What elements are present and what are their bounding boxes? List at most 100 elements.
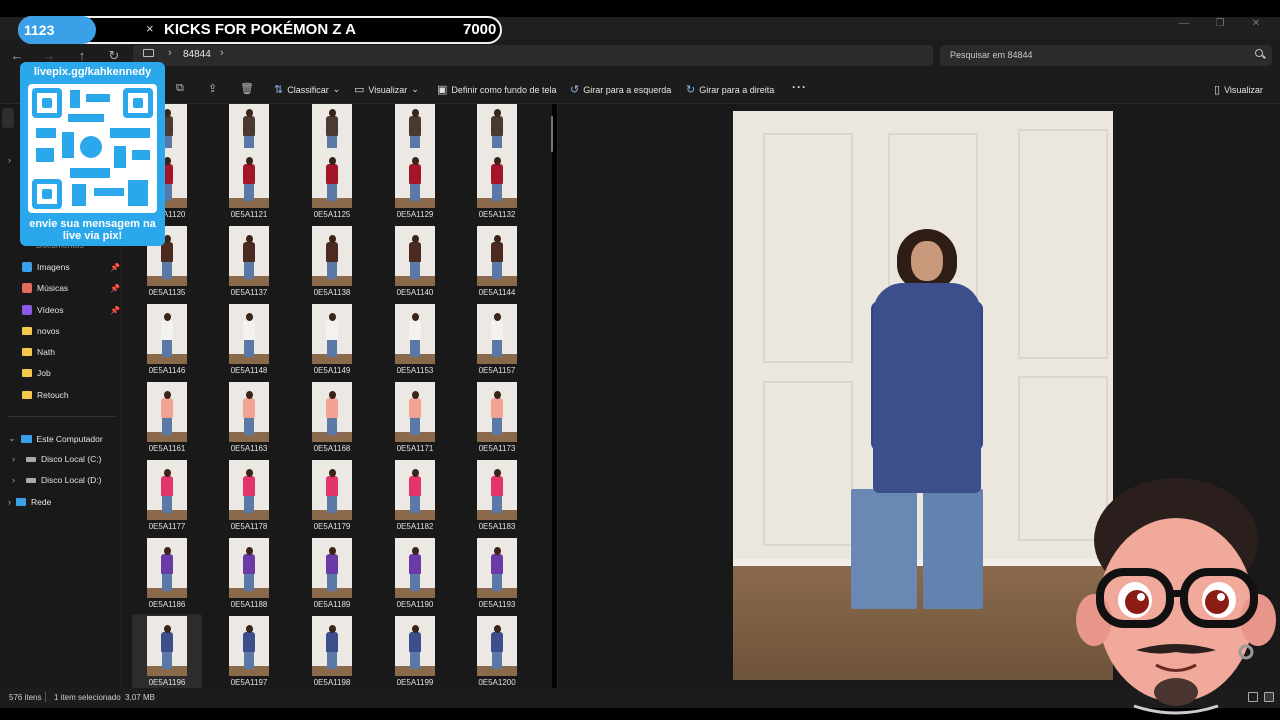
sidebar-item-drive-d[interactable]: › Disco Local (D:)	[12, 475, 101, 485]
grid-scrollbar[interactable]	[551, 116, 553, 152]
file-item[interactable]: 0E5A1190	[380, 536, 450, 612]
file-item[interactable]: 0E5A1161	[132, 380, 202, 456]
sidebar-item-0[interactable]: Imagens	[22, 262, 70, 272]
share-icon[interactable]: ⇪	[208, 82, 217, 95]
thumb-model-legs	[162, 651, 172, 669]
cut-icon[interactable]: ⧉	[176, 82, 184, 95]
sidebar-item-network[interactable]: › Rede	[8, 497, 51, 507]
sidebar-item-drive-c[interactable]: › Disco Local (C:)	[12, 454, 101, 464]
preview-pane-button[interactable]: ▯ Visualizar	[1214, 83, 1263, 96]
chevron-right-icon[interactable]: ›	[168, 47, 172, 59]
wallpaper-icon: ▣	[437, 84, 448, 96]
sidebar-item-1[interactable]: Músicas	[22, 283, 68, 293]
thumb-model-head	[164, 157, 171, 165]
file-item[interactable]: 0E5A1125	[297, 146, 367, 222]
breadcrumb[interactable]	[133, 45, 933, 66]
videos-icon	[22, 305, 32, 315]
rotate-right-button[interactable]: ↻ Girar para a direita	[686, 83, 774, 96]
file-name: 0E5A1138	[313, 288, 351, 297]
file-item[interactable]: 0E5A1137	[214, 224, 284, 300]
file-item[interactable]: 0E5A1179	[297, 458, 367, 534]
search-icon[interactable]	[1255, 49, 1263, 57]
file-item[interactable]: 0E5A1138	[297, 224, 367, 300]
file-thumbnail	[229, 226, 269, 286]
monitor-icon	[143, 49, 154, 57]
computer-icon	[20, 434, 32, 443]
close-window-icon[interactable]: ✕	[1250, 18, 1262, 29]
file-item[interactable]: 0E5A1171	[380, 380, 450, 456]
file-thumbnail	[477, 382, 517, 442]
file-item[interactable]: 0E5A1168	[297, 380, 367, 456]
pix-link: livepix.gg/kahkennedy	[33, 66, 152, 78]
sidebar-item-label: Este Computador	[36, 433, 103, 444]
file-item[interactable]: 0E5A1183	[462, 458, 532, 534]
file-item[interactable]: 0E5A1157	[462, 302, 532, 378]
file-item[interactable]: 0E5A1121	[214, 146, 284, 222]
thumb-model-head	[412, 109, 419, 117]
qr-finder	[32, 88, 62, 118]
thumb-model-legs	[244, 339, 254, 357]
thumb-model-top	[161, 242, 173, 262]
more-options-icon[interactable]: ···	[792, 80, 807, 94]
rotate-right-icon: ↻	[686, 84, 696, 96]
thumb-model-head	[246, 157, 253, 165]
file-item[interactable]: 0E5A1140	[380, 224, 450, 300]
file-item[interactable]: 0E5A1153	[380, 302, 450, 378]
file-item[interactable]: 0E5A1178	[214, 458, 284, 534]
file-item[interactable]: 0E5A1193	[462, 536, 532, 612]
file-thumbnail	[477, 460, 517, 520]
file-thumbnail	[312, 538, 352, 598]
set-wallpaper-button[interactable]: ▣ Definir como fundo de tela	[437, 83, 556, 96]
file-item[interactable]: 0E5A1199	[380, 614, 450, 688]
file-item[interactable]: 0E5A1146	[132, 302, 202, 378]
maximize-icon[interactable]: ❐	[1214, 18, 1226, 29]
file-item[interactable]: 0E5A1177	[132, 458, 202, 534]
file-item[interactable]: 0E5A1144	[462, 224, 532, 300]
thumb-model-head	[329, 547, 336, 555]
thumb-model-top	[409, 398, 421, 418]
file-thumbnail	[312, 226, 352, 286]
qr-module	[68, 114, 104, 122]
rotate-left-button[interactable]: ↺ Girar para a esquerda	[570, 83, 671, 96]
breadcrumb-folder[interactable]: 84844	[183, 49, 211, 60]
file-thumbnail	[395, 226, 435, 286]
sidebar-divider	[8, 416, 116, 417]
file-item[interactable]: 0E5A1149	[297, 302, 367, 378]
sidebar-item-5[interactable]: Job	[22, 368, 51, 378]
close-icon: ×	[146, 21, 154, 36]
sidebar-selection[interactable]	[2, 108, 14, 128]
pin-icon[interactable]: 📌	[110, 306, 120, 315]
minimize-icon[interactable]: —	[1178, 18, 1190, 29]
sidebar-item-3[interactable]: novos	[22, 326, 60, 336]
file-item[interactable]: 0E5A1148	[214, 302, 284, 378]
sort-button[interactable]: ⇅ Classificar ⌄	[274, 83, 340, 96]
file-name: 0E5A1196	[148, 678, 186, 687]
thumb-model-top	[161, 476, 173, 496]
file-item[interactable]: 0E5A1198	[297, 614, 367, 688]
pin-icon[interactable]: 📌	[110, 284, 120, 293]
file-item[interactable]: 0E5A1132	[462, 146, 532, 222]
file-item[interactable]: 0E5A1189	[297, 536, 367, 612]
file-item[interactable]: 0E5A1173	[462, 380, 532, 456]
sidebar-item-6[interactable]: Retouch	[22, 390, 69, 400]
file-item[interactable]: 0E5A1129	[380, 146, 450, 222]
thumb-model-head	[329, 157, 336, 165]
file-name: 0E5A1197	[230, 678, 268, 687]
file-item[interactable]: 0E5A1200	[462, 614, 532, 688]
file-item[interactable]: 0E5A1197	[214, 614, 284, 688]
chevron-right-icon[interactable]: ›	[220, 47, 224, 59]
file-item[interactable]: 0E5A1182	[380, 458, 450, 534]
sidebar-item-2[interactable]: Vídeos	[22, 305, 63, 315]
file-item[interactable]: 0E5A1196	[132, 614, 202, 688]
item-count: 576 itens	[9, 693, 42, 702]
sidebar-item-4[interactable]: Nath	[22, 347, 55, 357]
thumb-model-top	[326, 398, 338, 418]
file-item[interactable]: 0E5A1163	[214, 380, 284, 456]
chevron-right-icon[interactable]: ›	[8, 155, 11, 165]
pin-icon[interactable]: 📌	[110, 263, 120, 272]
delete-icon[interactable]: 🗑	[240, 82, 254, 95]
file-item[interactable]: 0E5A1188	[214, 536, 284, 612]
sidebar-item-this-pc[interactable]: ⌄ Este Computador	[8, 433, 103, 444]
file-item[interactable]: 0E5A1186	[132, 536, 202, 612]
view-button[interactable]: ▭ Visualizar ⌄	[354, 83, 419, 96]
